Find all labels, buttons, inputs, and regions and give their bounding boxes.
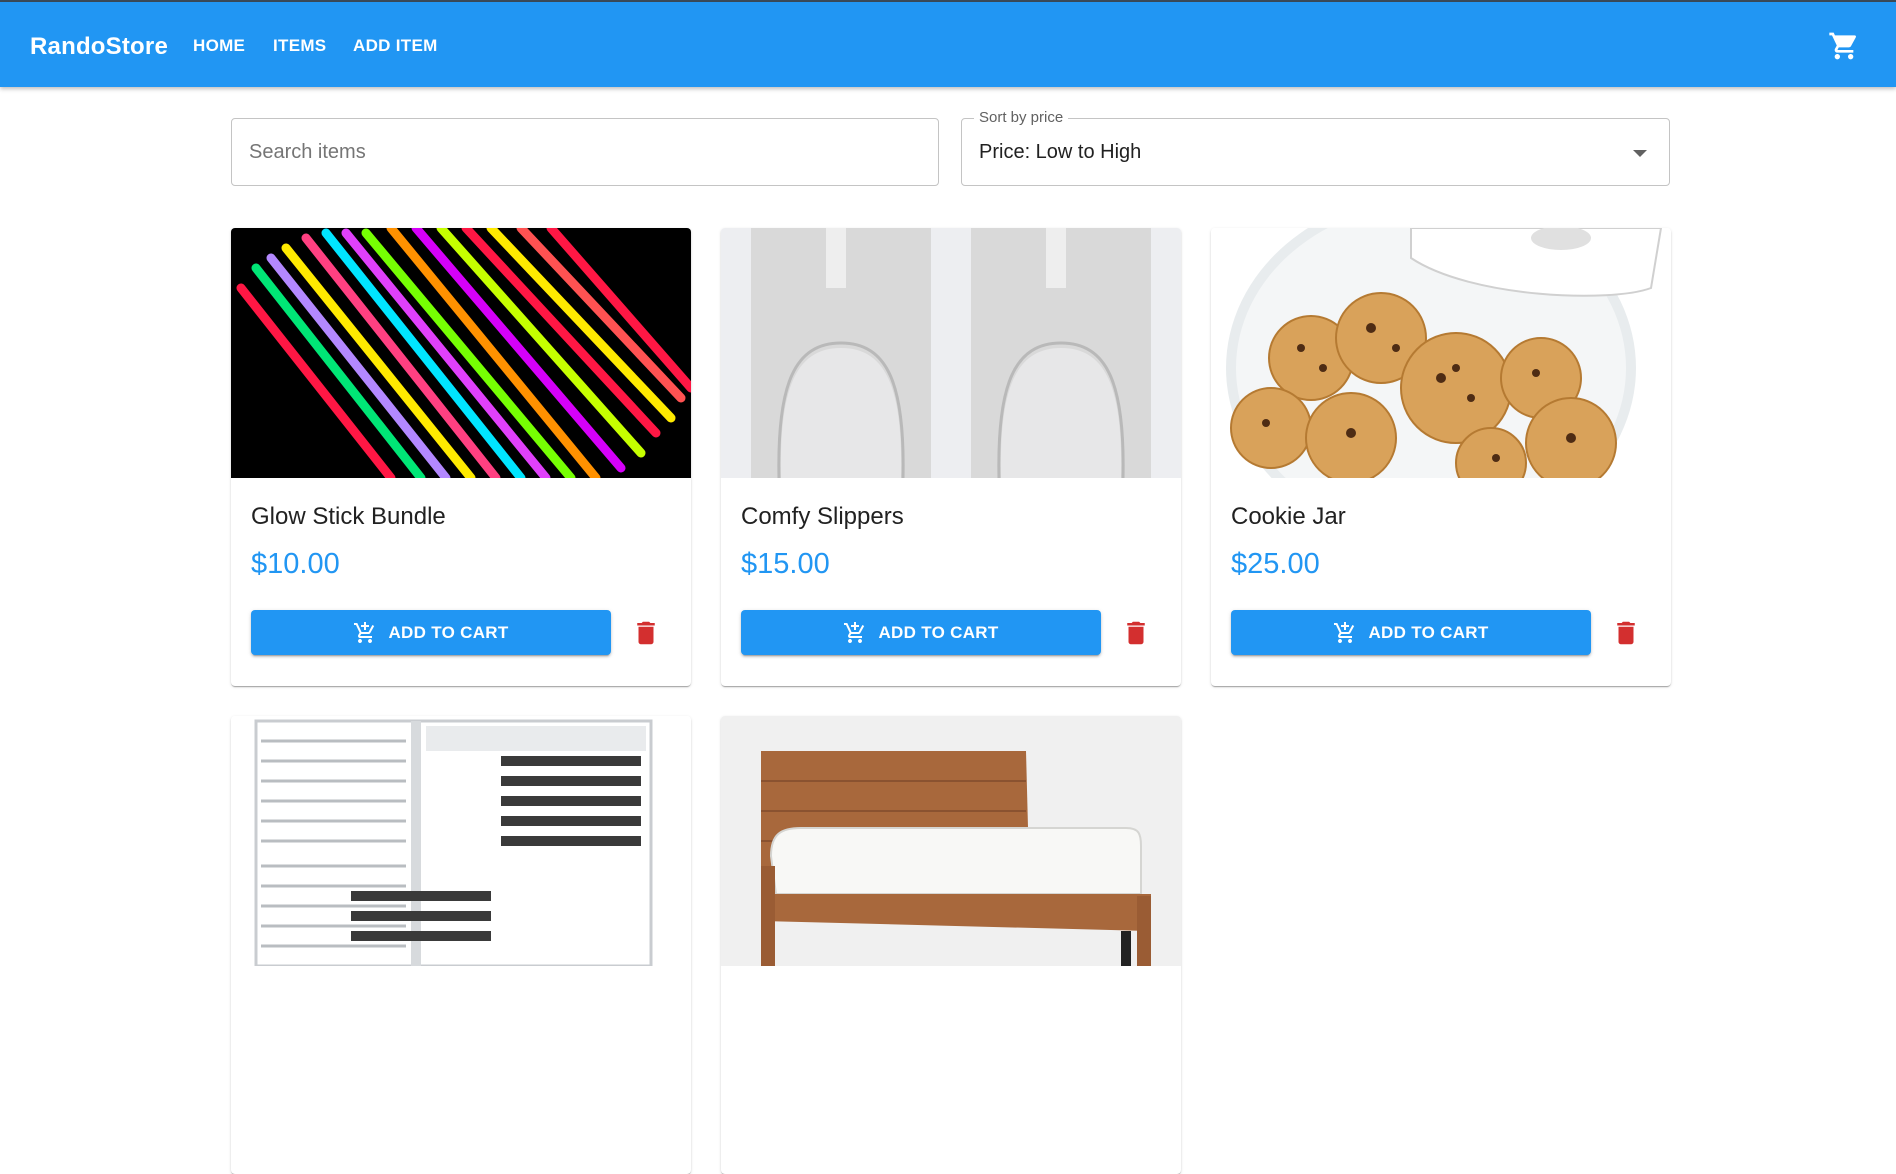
product-card: Cookie Jar $25.00 ADD TO CART [1211,228,1671,686]
nav-add-item[interactable]: ADD ITEM [353,36,438,56]
add-to-cart-button[interactable]: ADD TO CART [741,610,1101,655]
product-price: $15.00 [741,548,830,580]
app-bar: RandoStore HOME ITEMS ADD ITEM [0,2,1896,87]
search-field[interactable] [231,118,939,186]
product-name: Cookie Jar [1231,503,1346,530]
product-name: Glow Stick Bundle [251,503,446,530]
product-price: $25.00 [1231,548,1320,580]
product-image-cd-rack [231,716,691,966]
chevron-down-icon [1633,150,1647,157]
brand-logo[interactable]: RandoStore [30,33,168,61]
product-card [231,716,691,1174]
nav-items[interactable]: ITEMS [273,36,326,56]
product-card: Glow Stick Bundle $10.00 ADD TO CART [231,228,691,686]
sort-value: Price: Low to High [979,141,1142,163]
add-shopping-cart-icon [354,621,375,643]
add-to-cart-button[interactable]: ADD TO CART [251,610,611,655]
sort-label: Sort by price [974,109,1069,126]
search-input[interactable] [232,119,909,185]
trash-icon[interactable] [1121,618,1151,648]
product-image-bed [721,716,1181,966]
trash-icon[interactable] [1611,618,1641,648]
nav-home[interactable]: HOME [193,36,245,56]
add-to-cart-label: ADD TO CART [1368,622,1489,642]
product-card [721,716,1181,1174]
add-to-cart-label: ADD TO CART [388,622,509,642]
shopping-cart-icon[interactable] [1828,30,1860,62]
product-name: Comfy Slippers [741,503,904,530]
add-shopping-cart-icon [1334,621,1355,643]
product-price: $10.00 [251,548,340,580]
product-image-glow-sticks [231,228,691,478]
product-card: Comfy Slippers $15.00 ADD TO CART [721,228,1181,686]
product-image-cookie-jar [1211,228,1671,478]
sort-select[interactable]: Sort by price Price: Low to High [961,109,1670,186]
trash-icon[interactable] [631,618,661,648]
product-image-slippers [721,228,1181,478]
add-to-cart-button[interactable]: ADD TO CART [1231,610,1591,655]
add-to-cart-label: ADD TO CART [878,622,999,642]
add-shopping-cart-icon [844,621,865,643]
